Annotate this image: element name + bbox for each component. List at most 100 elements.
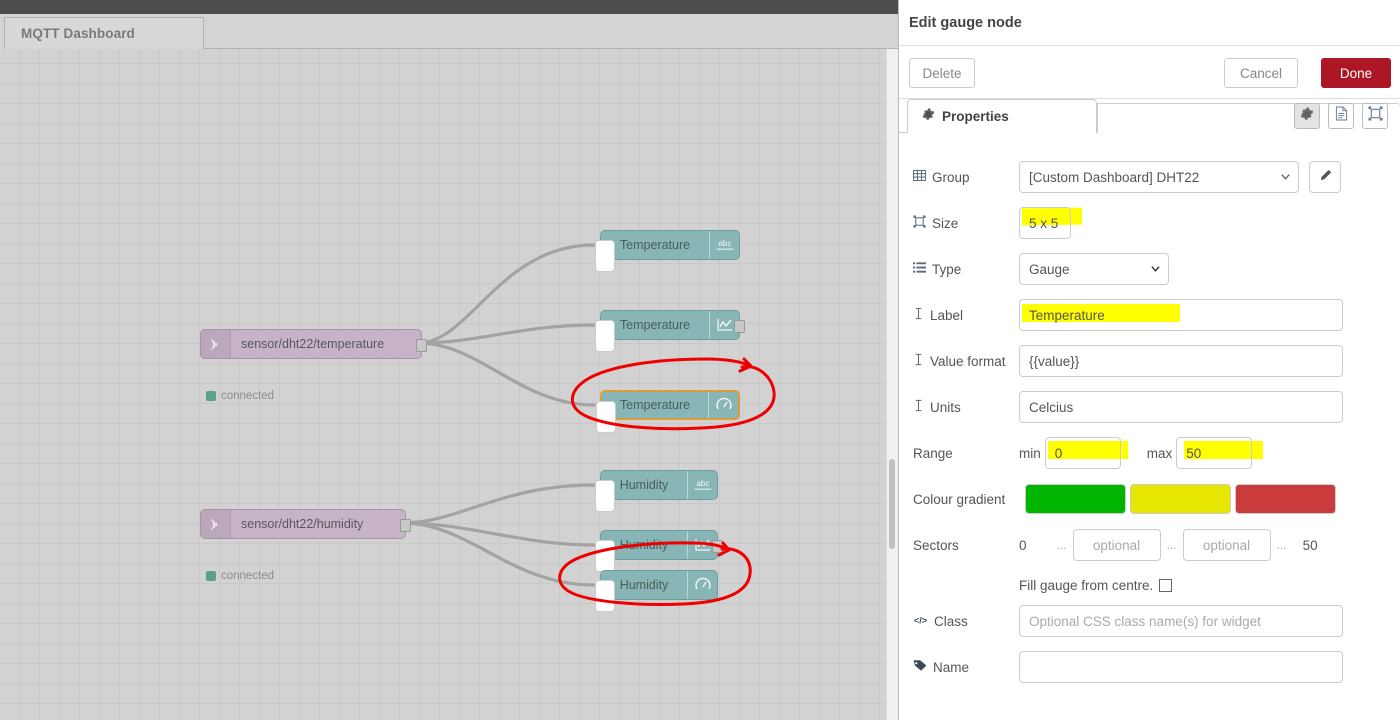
sectors-dots-3: ... bbox=[1276, 538, 1287, 552]
gradient-swatch-mid[interactable] bbox=[1130, 484, 1231, 514]
flow-editor: MQTT Dashboard sensor/dht22/temperature … bbox=[0, 14, 898, 720]
svg-text:</>: </> bbox=[914, 615, 927, 625]
field-row-class: </> Class Optional CSS class name(s) for… bbox=[913, 605, 1387, 637]
field-label-units: Units bbox=[913, 399, 1019, 415]
code-icon: </> bbox=[913, 614, 928, 629]
node-ui-gauge-humidity[interactable]: Humidity bbox=[595, 570, 718, 612]
pencil-icon bbox=[1319, 169, 1332, 185]
range-max-input[interactable]: 50 bbox=[1176, 437, 1253, 469]
sector-optional-input-2[interactable]: optional bbox=[1182, 529, 1271, 561]
field-label-type: Type bbox=[913, 261, 1019, 277]
class-input[interactable]: Optional CSS class name(s) for widget bbox=[1019, 605, 1343, 637]
units-input[interactable]: Celcius bbox=[1019, 391, 1343, 423]
fill-centre-checkbox[interactable] bbox=[1159, 578, 1173, 592]
text-cursor-icon bbox=[913, 399, 924, 415]
node-input-port[interactable] bbox=[596, 401, 616, 433]
field-label-colour-gradient: Colour gradient bbox=[913, 491, 1006, 507]
node-input-port[interactable] bbox=[595, 240, 615, 272]
delete-button[interactable]: Delete bbox=[909, 58, 975, 88]
flow-tab-label: MQTT Dashboard bbox=[21, 26, 135, 41]
edit-group-button[interactable] bbox=[1309, 161, 1341, 193]
canvas-scrollbar-thumb[interactable] bbox=[889, 459, 895, 549]
abc-icon: abc bbox=[709, 231, 739, 259]
edit-node-dialog: Edit gauge node Delete Cancel Done Prope… bbox=[898, 0, 1400, 720]
field-label-size: Size bbox=[913, 215, 1019, 231]
svg-text:abc: abc bbox=[718, 239, 731, 248]
sectors-dots-2: ... bbox=[1166, 538, 1177, 552]
node-input-port[interactable] bbox=[595, 320, 615, 352]
node-input-port[interactable] bbox=[595, 580, 615, 612]
header-description-button[interactable] bbox=[1328, 103, 1354, 129]
list-icon bbox=[913, 261, 926, 277]
range-max-label: max bbox=[1146, 445, 1173, 461]
size-button[interactable]: 5 x 5 bbox=[1019, 207, 1071, 239]
node-status-humidity: connected bbox=[206, 570, 274, 582]
tag-icon bbox=[913, 659, 927, 675]
range-min-input[interactable]: 0 bbox=[1044, 437, 1121, 469]
done-button[interactable]: Done bbox=[1321, 58, 1391, 88]
node-mqtt-in-humidity[interactable]: sensor/dht22/humidity bbox=[200, 509, 411, 539]
field-label-sectors: Sectors bbox=[913, 537, 959, 553]
gear-icon bbox=[922, 108, 935, 124]
field-row-units: Units Celcius bbox=[913, 391, 1387, 423]
gradient-swatch-high[interactable] bbox=[1235, 484, 1336, 514]
top-dark-bar bbox=[0, 0, 898, 14]
field-row-label: Label Temperature bbox=[913, 299, 1387, 331]
node-ui-chart-humidity[interactable]: Humidity bbox=[595, 530, 723, 572]
label-input[interactable]: Temperature bbox=[1019, 299, 1343, 331]
node-label: Temperature bbox=[619, 318, 691, 332]
group-select[interactable]: [Custom Dashboard] DHT22 bbox=[1019, 161, 1299, 193]
field-row-type: Type Gauge bbox=[913, 253, 1387, 285]
dialog-title: Edit gauge node bbox=[899, 0, 1400, 46]
table-icon bbox=[913, 169, 926, 185]
node-label: sensor/dht22/temperature bbox=[241, 337, 385, 351]
node-output-port[interactable] bbox=[416, 339, 427, 352]
wifi-signal-icon bbox=[201, 510, 231, 538]
node-input-port[interactable] bbox=[595, 480, 615, 512]
appearance-icon bbox=[1367, 106, 1383, 126]
node-output-port[interactable] bbox=[734, 320, 745, 333]
node-label: Temperature bbox=[619, 238, 691, 252]
flow-tab-bar-filler bbox=[204, 17, 898, 49]
gradient-swatch-low[interactable] bbox=[1025, 484, 1126, 514]
node-label: Temperature bbox=[619, 398, 691, 412]
node-mqtt-in-temperature[interactable]: sensor/dht22/temperature bbox=[200, 329, 427, 359]
node-ui-chart-temperature[interactable]: Temperature bbox=[595, 310, 745, 352]
field-row-fill-centre: Fill gauge from centre. bbox=[913, 569, 1387, 601]
status-dot-icon bbox=[206, 391, 216, 401]
wifi-signal-icon bbox=[201, 330, 231, 358]
node-status-text: connected bbox=[221, 570, 275, 582]
node-ui-text-humidity[interactable]: Humidity abc bbox=[595, 470, 718, 512]
sectors-end: 50 bbox=[1302, 537, 1318, 553]
canvas-scrollbar-track[interactable] bbox=[886, 49, 898, 720]
node-input-port[interactable] bbox=[595, 540, 615, 572]
node-ui-gauge-temperature[interactable]: Temperature bbox=[596, 390, 740, 433]
field-row-group: Group [Custom Dashboard] DHT22 bbox=[913, 161, 1387, 193]
sector-optional-input-1[interactable]: optional bbox=[1072, 529, 1161, 561]
flow-tab-bar: MQTT Dashboard bbox=[0, 14, 898, 49]
status-dot-icon bbox=[206, 571, 216, 581]
cancel-button[interactable]: Cancel bbox=[1224, 58, 1298, 88]
dialog-action-bar: Delete Cancel Done bbox=[899, 47, 1400, 99]
header-gear-button[interactable] bbox=[1294, 103, 1320, 129]
field-row-colour-gradient: Colour gradient bbox=[913, 483, 1387, 515]
properties-form: Group [Custom Dashboard] DHT22 Size 5 x … bbox=[899, 140, 1400, 720]
gear-icon bbox=[1300, 106, 1314, 126]
field-label-range: Range bbox=[913, 445, 953, 461]
field-row-size: Size 5 x 5 bbox=[913, 207, 1387, 239]
node-output-port[interactable] bbox=[712, 540, 723, 553]
name-input[interactable] bbox=[1019, 651, 1343, 683]
node-ui-text-temperature[interactable]: Temperature abc bbox=[595, 230, 740, 272]
value-format-input[interactable]: {{value}} bbox=[1019, 345, 1343, 377]
tab-properties[interactable]: Properties bbox=[907, 99, 1097, 133]
resize-icon bbox=[913, 215, 926, 231]
dialog-tab-filler bbox=[1097, 103, 1400, 133]
abc-icon: abc bbox=[687, 471, 717, 499]
text-cursor-icon bbox=[913, 307, 924, 323]
node-output-port[interactable] bbox=[400, 519, 411, 532]
flow-tab-mqtt-dashboard[interactable]: MQTT Dashboard bbox=[4, 17, 204, 49]
type-select[interactable]: Gauge bbox=[1019, 253, 1169, 285]
flow-canvas[interactable]: sensor/dht22/temperature connected senso… bbox=[0, 49, 898, 720]
header-appearance-button[interactable] bbox=[1362, 103, 1388, 129]
field-label-group: Group bbox=[913, 169, 1019, 185]
